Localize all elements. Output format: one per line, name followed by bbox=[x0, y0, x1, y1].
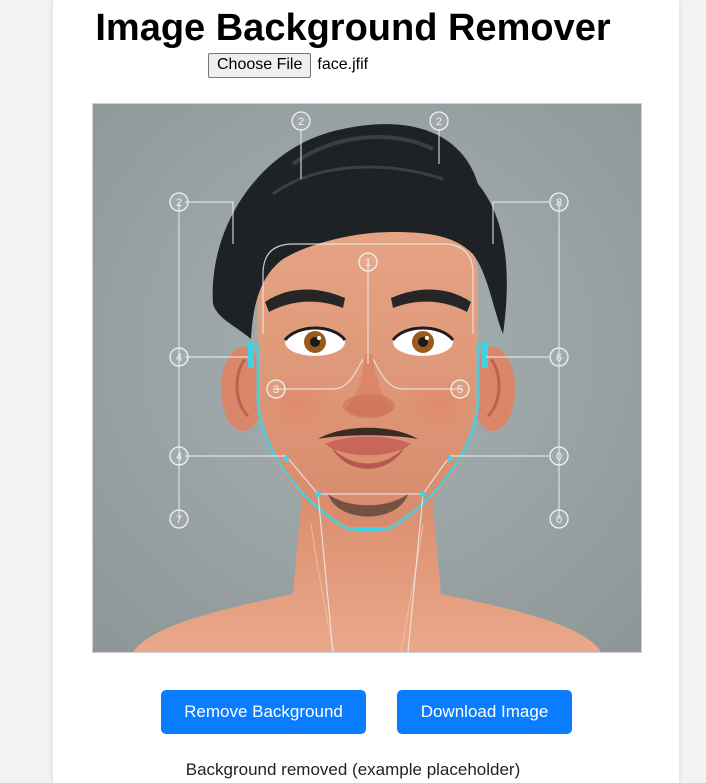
face-illustration: 2 2 2 8 1 4 6 3 5 4 0 7 0 bbox=[93, 104, 641, 652]
svg-text:4: 4 bbox=[176, 352, 182, 364]
remove-background-button[interactable]: Remove Background bbox=[161, 690, 366, 734]
svg-text:0: 0 bbox=[556, 451, 562, 463]
svg-text:3: 3 bbox=[273, 384, 279, 396]
svg-text:1: 1 bbox=[365, 257, 371, 269]
preview-image: 2 2 2 8 1 4 6 3 5 4 0 7 0 bbox=[92, 103, 642, 653]
svg-text:0: 0 bbox=[556, 514, 562, 526]
download-image-button[interactable]: Download Image bbox=[397, 690, 572, 734]
file-input: Choose File face.jfif bbox=[208, 52, 368, 78]
page-title: Image Background Remover bbox=[95, 7, 611, 49]
svg-text:6: 6 bbox=[556, 352, 562, 364]
svg-text:8: 8 bbox=[556, 197, 562, 209]
svg-text:2: 2 bbox=[436, 116, 442, 128]
svg-text:2: 2 bbox=[176, 197, 182, 209]
svg-text:7: 7 bbox=[176, 514, 182, 526]
status-message: Background removed (example placeholder) bbox=[185, 760, 521, 779]
svg-text:5: 5 bbox=[457, 384, 463, 396]
selected-file-name: face.jfif bbox=[317, 56, 369, 73]
choose-file-button[interactable]: Choose File bbox=[208, 52, 312, 78]
svg-text:2: 2 bbox=[298, 116, 304, 128]
svg-text:4: 4 bbox=[176, 451, 182, 463]
